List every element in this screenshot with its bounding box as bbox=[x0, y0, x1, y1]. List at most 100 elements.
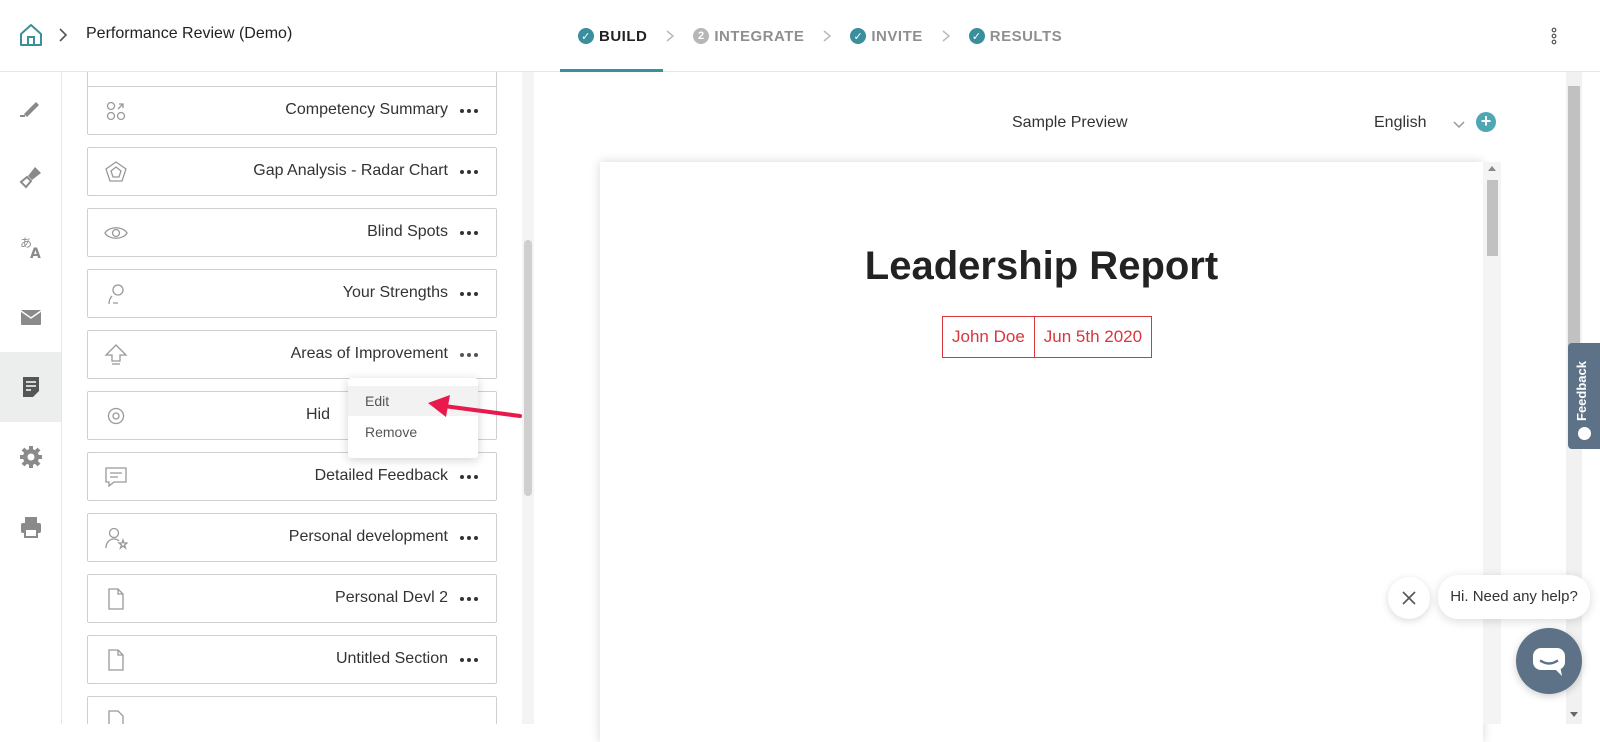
section-label: Gap Analysis - Radar Chart bbox=[253, 162, 448, 179]
pencil-icon bbox=[19, 102, 39, 117]
chat-close-button[interactable] bbox=[1388, 577, 1430, 619]
gear-icon bbox=[19, 446, 42, 468]
section-label: Competency Summary bbox=[285, 101, 448, 118]
comment-icon bbox=[105, 467, 127, 488]
step-label: INTEGRATE bbox=[714, 27, 805, 45]
more-horizontal-icon[interactable] bbox=[459, 530, 479, 546]
home-icon[interactable] bbox=[18, 22, 44, 48]
chevron-right-icon bbox=[666, 30, 675, 42]
scrollbar-thumb[interactable] bbox=[1487, 180, 1498, 256]
chat-icon bbox=[1533, 648, 1565, 676]
eye-icon bbox=[104, 227, 128, 239]
step-invite[interactable]: ✓ INVITE bbox=[834, 0, 938, 72]
scrollbar-thumb[interactable] bbox=[1568, 86, 1580, 376]
more-horizontal-icon[interactable] bbox=[459, 286, 479, 302]
gear-icon bbox=[107, 407, 125, 425]
rail-item-email[interactable] bbox=[0, 282, 61, 352]
check-icon: ✓ bbox=[968, 28, 985, 44]
rail-item-edit[interactable] bbox=[0, 72, 61, 142]
chevron-right-icon bbox=[942, 30, 950, 42]
more-horizontal-icon[interactable] bbox=[459, 103, 479, 119]
paint-brush-icon bbox=[19, 167, 41, 189]
scrollbar-thumb[interactable] bbox=[524, 240, 532, 496]
scroll-up-arrow-icon[interactable] bbox=[1488, 166, 1496, 171]
add-language-button[interactable]: + bbox=[1476, 112, 1496, 132]
rail-item-settings[interactable] bbox=[0, 422, 61, 492]
rail-item-design[interactable] bbox=[0, 142, 61, 212]
step-build[interactable]: ✓ BUILD bbox=[560, 0, 664, 73]
more-horizontal-icon[interactable] bbox=[459, 347, 479, 363]
document-scrollbar[interactable] bbox=[1483, 162, 1501, 724]
more-options-icon[interactable] bbox=[1550, 26, 1558, 46]
chat-launcher-button[interactable] bbox=[1516, 628, 1582, 694]
annotation-arrow-icon bbox=[428, 395, 522, 418]
rail-item-print[interactable] bbox=[0, 492, 61, 562]
user-star-icon bbox=[105, 527, 128, 550]
arrow-up-icon bbox=[104, 344, 128, 365]
step-label: RESULTS bbox=[989, 27, 1063, 45]
section-label: Personal Devl 2 bbox=[335, 589, 448, 606]
step-number-badge: 2 bbox=[693, 28, 710, 44]
more-horizontal-icon[interactable] bbox=[459, 652, 479, 668]
document-icon bbox=[108, 588, 124, 610]
top-bar: Performance Review (Demo) ✓ BUILD 2 INTE… bbox=[0, 0, 1600, 73]
svg-text:A: A bbox=[30, 246, 41, 260]
radar-icon bbox=[105, 161, 127, 182]
document-icon bbox=[108, 649, 124, 671]
close-icon bbox=[1402, 591, 1416, 605]
report-document: Leadership Report John Doe Jun 5th 2020 bbox=[600, 162, 1483, 742]
section-label: Hid bbox=[305, 406, 330, 423]
check-icon: ✓ bbox=[850, 28, 867, 44]
chevron-down-icon[interactable] bbox=[1452, 118, 1466, 132]
smiley-icon bbox=[1578, 427, 1591, 440]
preview-pane: Sample Preview English + Leadership Repo… bbox=[534, 72, 1566, 742]
section-label: Blind Spots bbox=[367, 223, 448, 240]
rail-item-translate[interactable]: あA bbox=[0, 212, 61, 282]
section-card-blind-spots[interactable]: Blind Spots bbox=[87, 208, 497, 257]
report-person-name: John Doe bbox=[952, 327, 1025, 346]
section-label: Detailed Feedback bbox=[314, 467, 448, 484]
section-card-untitled[interactable]: Untitled Section bbox=[87, 635, 497, 684]
section-label: Areas of Improvement bbox=[290, 345, 448, 362]
wizard-steps: ✓ BUILD 2 INTEGRATE ✓ INVITE ✓ RESULTS bbox=[560, 0, 1078, 73]
breadcrumb-chevron-icon bbox=[59, 28, 68, 42]
step-integrate[interactable]: 2 INTEGRATE bbox=[677, 0, 820, 72]
left-icon-rail: あA bbox=[0, 72, 62, 724]
section-card-competency-summary[interactable]: Competency Summary bbox=[87, 86, 497, 135]
section-card-partial-bottom[interactable] bbox=[87, 696, 497, 724]
section-card-your-strengths[interactable]: Your Strengths bbox=[87, 269, 497, 318]
circles-icon bbox=[106, 101, 126, 121]
step-label: INVITE bbox=[871, 27, 923, 45]
envelope-icon bbox=[20, 310, 41, 325]
step-results[interactable]: ✓ RESULTS bbox=[953, 0, 1078, 72]
section-card-personal-devl-2[interactable]: Personal Devl 2 bbox=[87, 574, 497, 623]
document-icon bbox=[108, 710, 124, 724]
feedback-tab[interactable]: Feedback bbox=[1568, 343, 1600, 449]
report-icon bbox=[22, 377, 39, 397]
section-card-detailed-feedback[interactable]: Detailed Feedback bbox=[87, 452, 497, 501]
section-card-areas-of-improvement[interactable]: Areas of Improvement bbox=[87, 330, 497, 379]
printer-icon bbox=[20, 517, 41, 538]
section-label: Untitled Section bbox=[335, 650, 448, 667]
section-card-personal-development[interactable]: Personal development bbox=[87, 513, 497, 562]
section-label: Your Strengths bbox=[342, 284, 448, 301]
section-label: Personal development bbox=[288, 528, 448, 545]
more-horizontal-icon[interactable] bbox=[459, 469, 479, 485]
translate-icon: あA bbox=[20, 236, 41, 260]
chat-greeting-bubble[interactable]: Hi. Need any help? bbox=[1438, 575, 1590, 619]
step-label: BUILD bbox=[599, 27, 648, 45]
breadcrumb-title[interactable]: Performance Review (Demo) bbox=[86, 25, 292, 43]
lightbulb-icon bbox=[108, 284, 124, 305]
more-horizontal-icon[interactable] bbox=[459, 164, 479, 180]
feedback-label: Feedback bbox=[1574, 361, 1589, 421]
report-meta: John Doe Jun 5th 2020 bbox=[942, 316, 1153, 358]
more-horizontal-icon[interactable] bbox=[459, 225, 479, 241]
report-date: Jun 5th 2020 bbox=[1033, 317, 1151, 357]
check-icon: ✓ bbox=[578, 28, 594, 44]
preview-title: Sample Preview bbox=[1012, 114, 1128, 131]
scroll-down-arrow-icon[interactable] bbox=[1570, 712, 1578, 717]
section-card-gap-analysis[interactable]: Gap Analysis - Radar Chart bbox=[87, 147, 497, 196]
rail-item-report[interactable] bbox=[0, 352, 61, 422]
more-horizontal-icon[interactable] bbox=[459, 591, 479, 607]
report-title: Leadership Report bbox=[864, 244, 1219, 288]
